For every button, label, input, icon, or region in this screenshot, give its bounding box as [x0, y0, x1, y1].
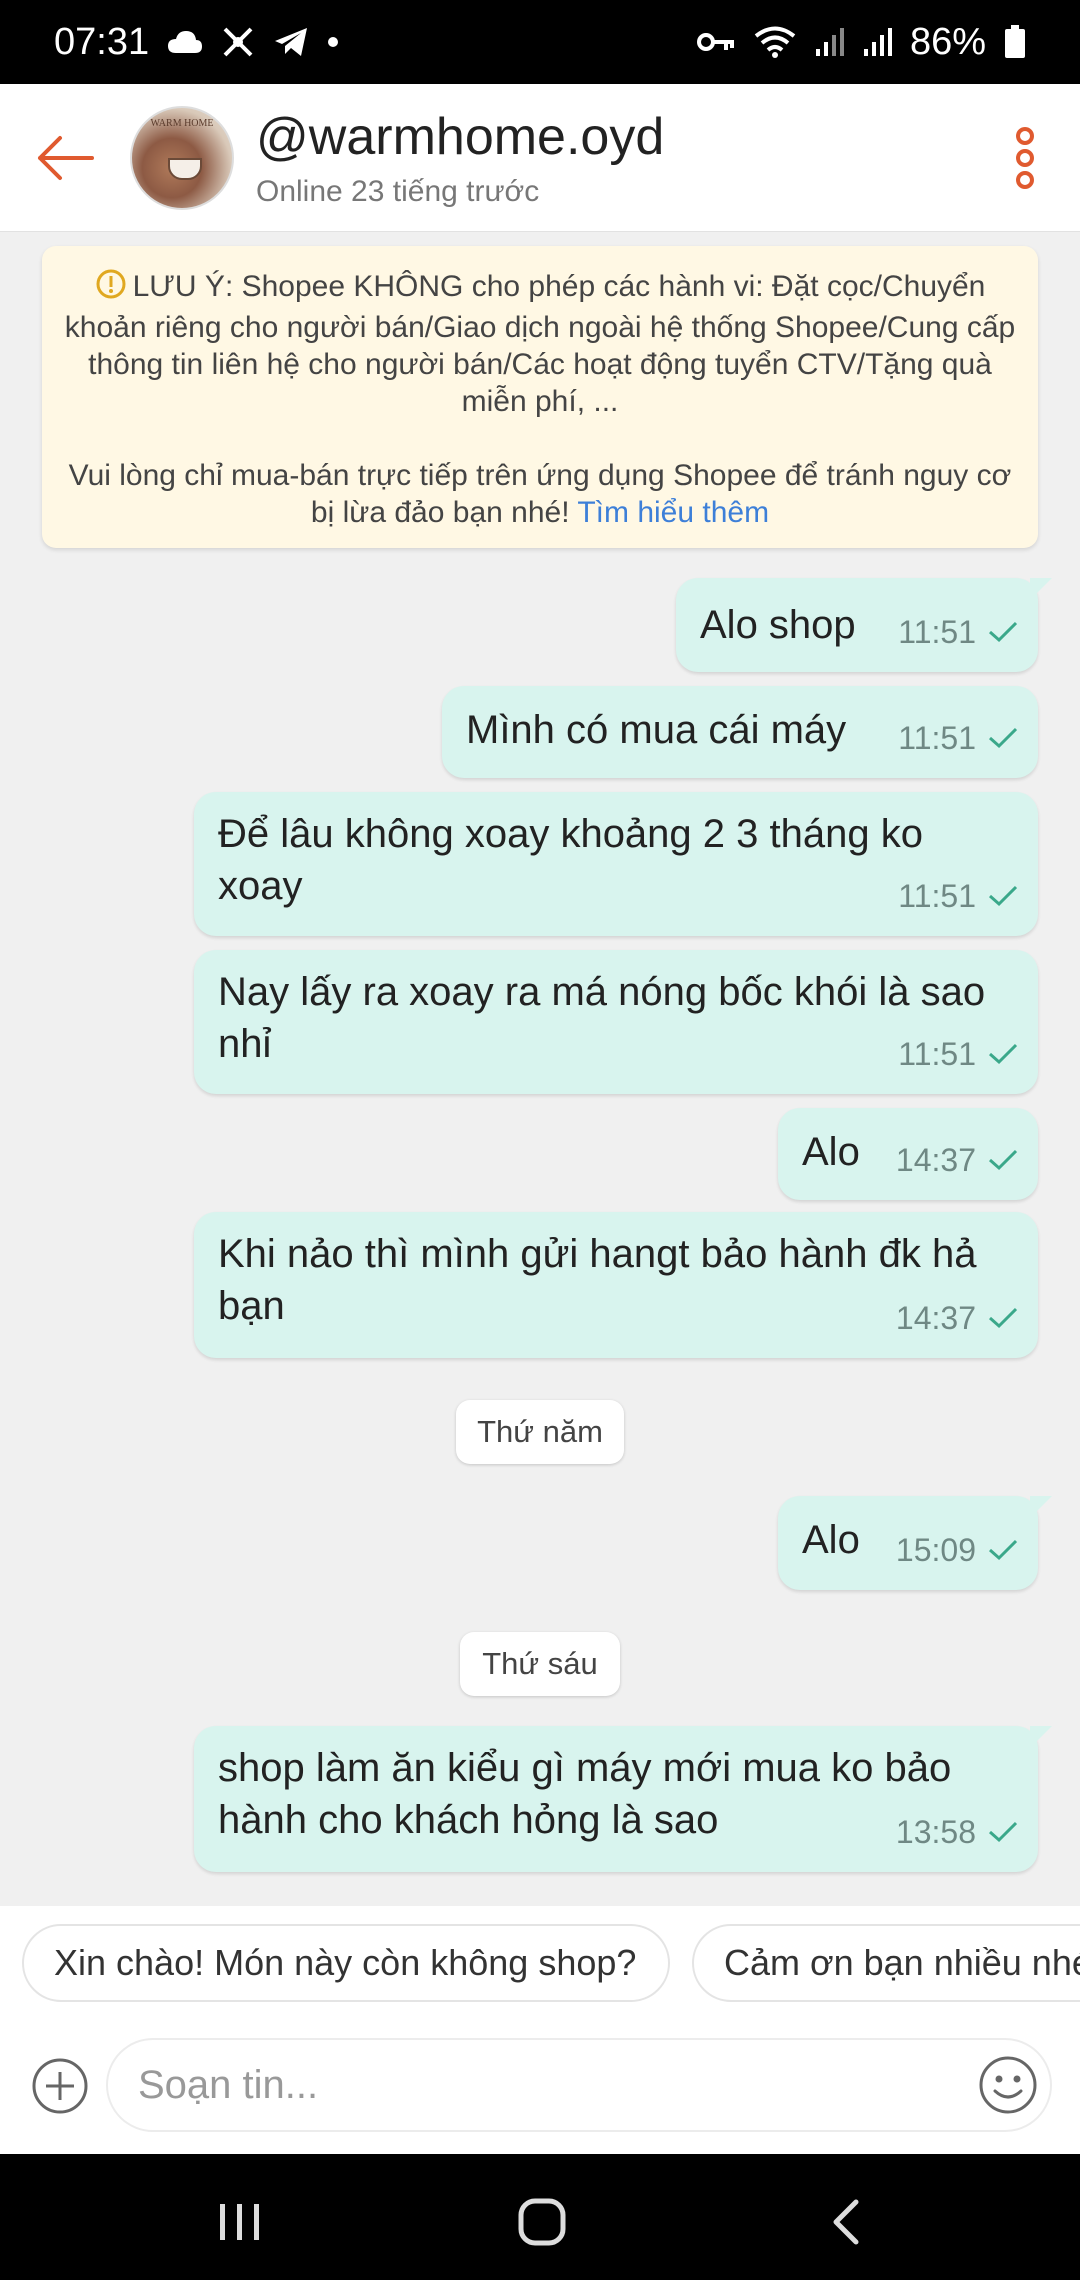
back-arrow-icon	[38, 135, 94, 180]
notice-text-1: LƯU Ý: Shopee KHÔNG cho phép các hành vi…	[64, 270, 1016, 418]
system-nav-bar	[0, 2154, 1080, 2280]
message-bubble[interactable]: Để lâu không xoay khoảng 2 3 tháng ko xo…	[194, 792, 1038, 936]
recent-apps-button[interactable]	[210, 2192, 270, 2252]
message-time: 11:51	[898, 720, 976, 756]
notice-paragraph-1: LƯU Ý: Shopee KHÔNG cho phép các hành vi…	[62, 268, 1018, 420]
message-text: shop làm ăn kiểu gì máy mới mua ko bảo h…	[218, 1746, 952, 1842]
check-icon	[989, 1149, 1018, 1171]
telegram-icon	[273, 26, 309, 58]
notice-text-2: Vui lòng chỉ mua-bán trực tiếp trên ứng …	[68, 459, 1012, 529]
chat-title[interactable]: @warmhome.oyd	[256, 107, 970, 167]
message-bubble[interactable]: Alo shop 11:51	[676, 578, 1052, 672]
avatar-logo-text: WARM HOME	[150, 117, 214, 129]
emoji-button[interactable]	[976, 2053, 1040, 2117]
check-icon	[989, 621, 1018, 643]
smiley-icon	[979, 2056, 1037, 2114]
check-icon	[989, 1821, 1018, 1843]
message-bubble[interactable]: shop làm ăn kiểu gì máy mới mua ko bảo h…	[194, 1726, 1052, 1872]
signal-icon	[814, 27, 844, 57]
quick-reply-chip[interactable]: Cảm ơn bạn nhiều nhé	[692, 1924, 1080, 2002]
message-time: 15:09	[895, 1532, 976, 1568]
vpn-key-icon	[696, 30, 736, 54]
compose-bar: Soạn tin...	[0, 2016, 1080, 2154]
chevron-left-icon	[833, 2199, 859, 2245]
message-text: Để lâu không xoay khoảng 2 3 tháng ko xo…	[218, 812, 923, 908]
message-time: 11:51	[898, 1036, 976, 1072]
message-time: 14:37	[895, 1142, 976, 1178]
more-vertical-icon	[1016, 126, 1034, 189]
more-options-button[interactable]	[970, 84, 1080, 232]
notice-paragraph-2: Vui lòng chỉ mua-bán trực tiếp trên ứng …	[62, 457, 1018, 531]
system-back-button[interactable]	[816, 2192, 876, 2252]
message-bubble[interactable]: Khi nảo thì mình gửi hangt bảo hành đk h…	[194, 1212, 1038, 1358]
quick-replies-bar: Xin chào! Món này còn không shop? Cảm ơn…	[0, 1906, 1080, 2016]
message-time: 13:58	[895, 1814, 976, 1850]
message-time: 11:51	[898, 614, 976, 650]
check-icon	[989, 885, 1018, 907]
back-button[interactable]	[0, 84, 130, 232]
check-icon	[989, 1539, 1018, 1561]
message-input[interactable]: Soạn tin...	[106, 2038, 1052, 2132]
home-icon	[518, 2198, 566, 2246]
battery-icon	[1004, 25, 1026, 59]
message-bubble[interactable]: Alo 14:37	[778, 1108, 1038, 1200]
missed-call-icon	[221, 25, 255, 59]
online-status: Online 23 tiếng trước	[256, 174, 540, 208]
quick-reply-chip[interactable]: Xin chào! Món này còn không shop?	[22, 1924, 670, 2002]
cloud-icon	[167, 29, 203, 55]
plus-circle-icon	[32, 2058, 88, 2114]
shop-avatar[interactable]: WARM HOME	[130, 105, 234, 210]
avatar-cup-image	[168, 157, 202, 180]
wifi-icon	[754, 25, 796, 59]
day-separator: Thứ sáu	[460, 1632, 620, 1696]
message-bubble[interactable]: Mình có mua cái máy 11:51	[442, 686, 1038, 778]
safety-notice: LƯU Ý: Shopee KHÔNG cho phép các hành vi…	[42, 246, 1038, 548]
learn-more-link[interactable]: Tìm hiểu thêm	[577, 496, 769, 529]
add-attachment-button[interactable]	[30, 2056, 90, 2116]
dot-icon	[327, 36, 339, 48]
message-time: 11:51	[898, 878, 976, 914]
battery-percent: 86%	[909, 20, 986, 63]
recent-apps-icon	[220, 2204, 259, 2240]
status-time: 07:31	[54, 20, 150, 63]
day-separator: Thứ năm	[456, 1400, 624, 1464]
chat-header: WARM HOME @warmhome.oyd Online 23 tiếng …	[0, 84, 1080, 232]
message-time: 14:37	[895, 1300, 976, 1336]
status-bar: 07:31 86%	[0, 0, 1080, 84]
check-icon	[989, 1043, 1018, 1065]
message-bubble[interactable]: Nay lấy ra xoay ra má nóng bốc khói là s…	[194, 950, 1038, 1094]
warning-icon	[95, 268, 127, 309]
home-button[interactable]	[512, 2192, 572, 2252]
check-icon	[989, 1307, 1018, 1329]
signal-icon	[862, 27, 892, 57]
check-icon	[989, 727, 1018, 749]
message-bubble[interactable]: Alo 15:09	[778, 1496, 1052, 1590]
